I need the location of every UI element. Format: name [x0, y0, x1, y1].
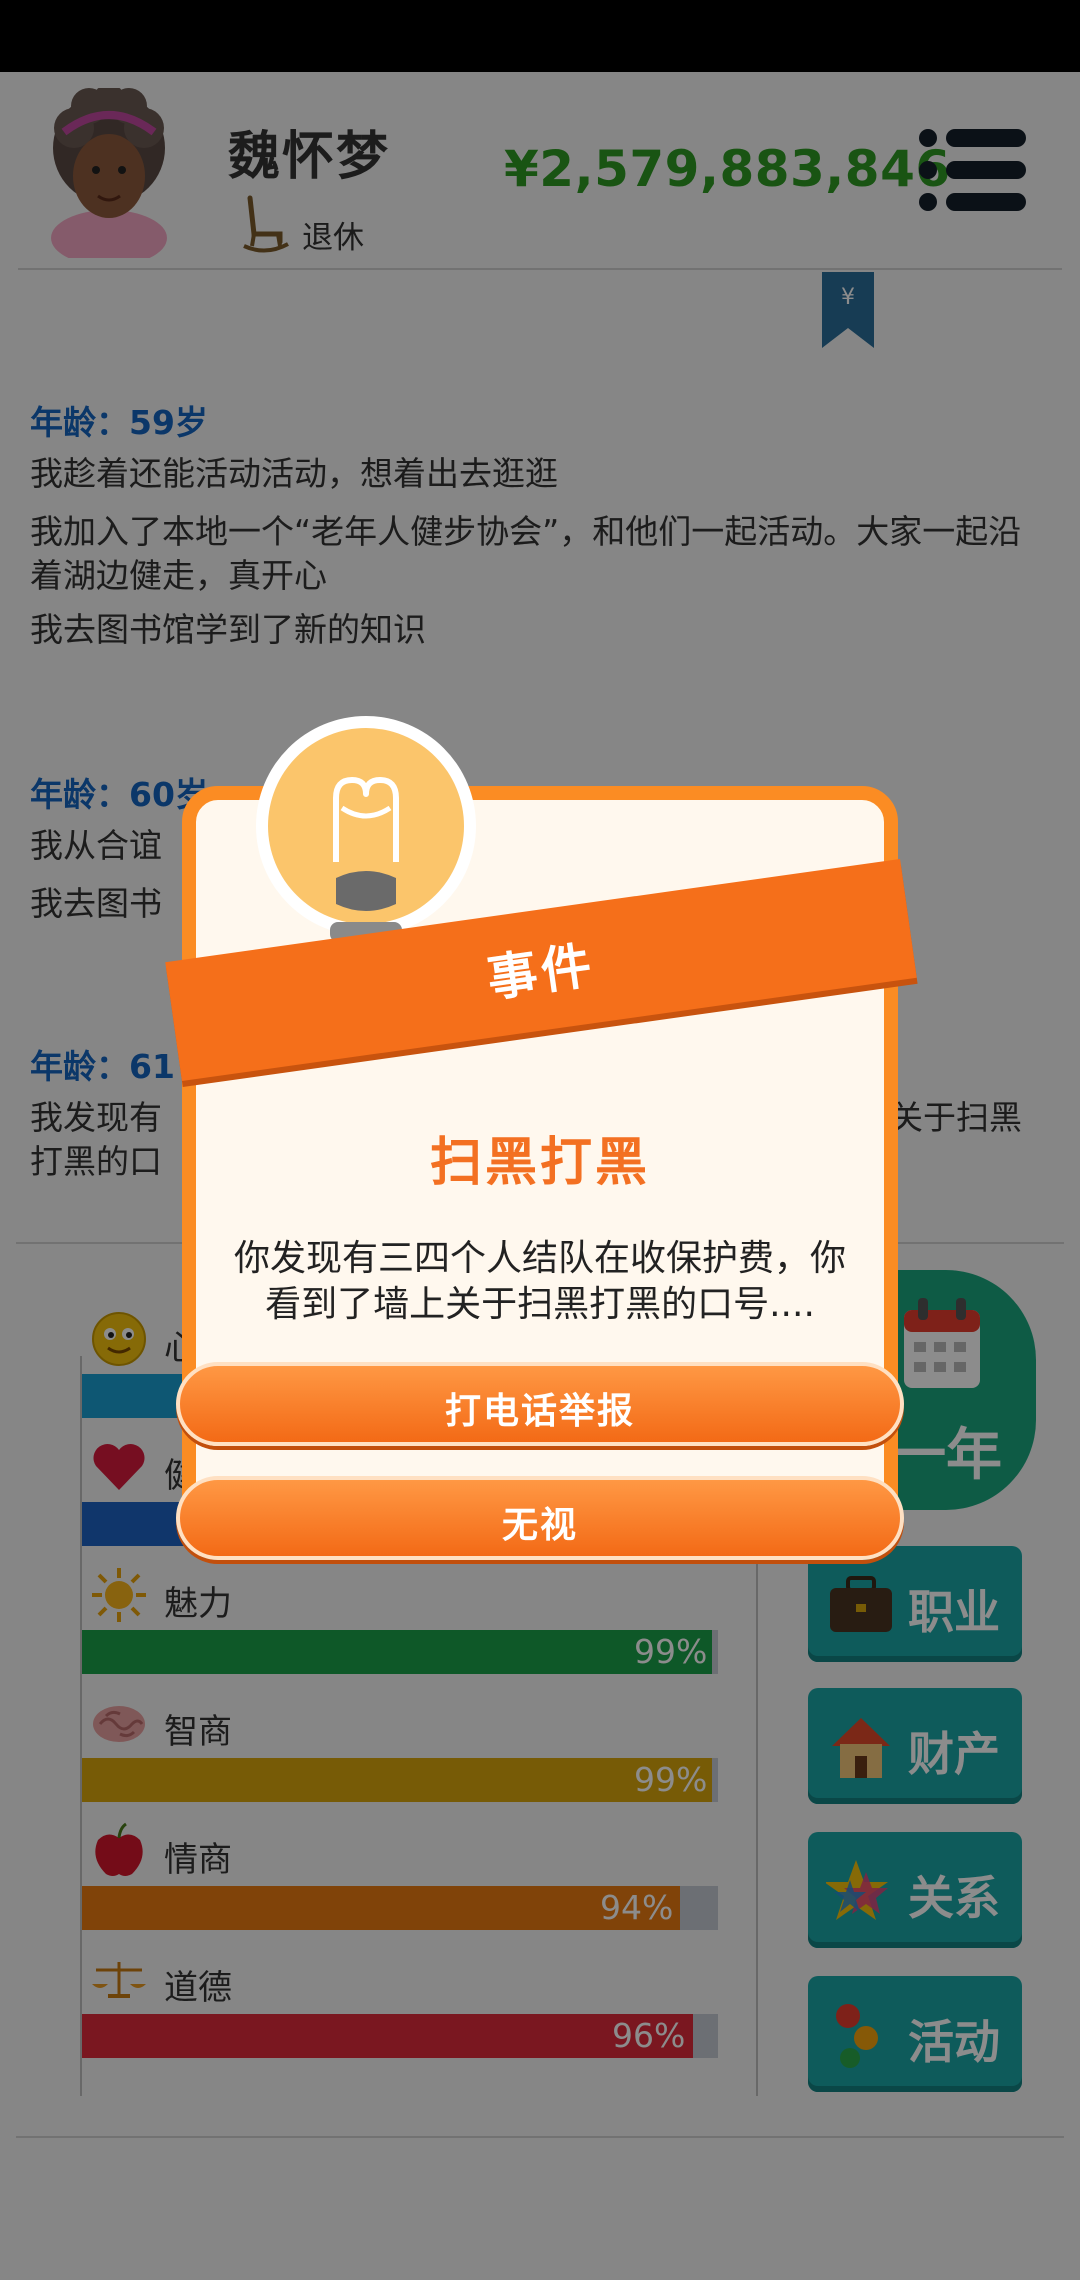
- ignore-button[interactable]: 无视: [176, 1476, 904, 1560]
- event-title: 扫黑打黑: [429, 1133, 650, 1193]
- event-description: 你发现有三四个人结队在收保护费，你看到了墙上关于扫黑打黑的口号....: [233, 1238, 846, 1325]
- report-call-button[interactable]: 打电话举报: [176, 1362, 904, 1446]
- game-screen: 魏怀梦 退休 ¥2,579,883,846 ¥ 年龄：59岁 我趁着还能活动活动…: [0, 72, 1080, 2280]
- ignore-label: 无视: [501, 1505, 578, 1546]
- report-call-label: 打电话举报: [444, 1391, 635, 1432]
